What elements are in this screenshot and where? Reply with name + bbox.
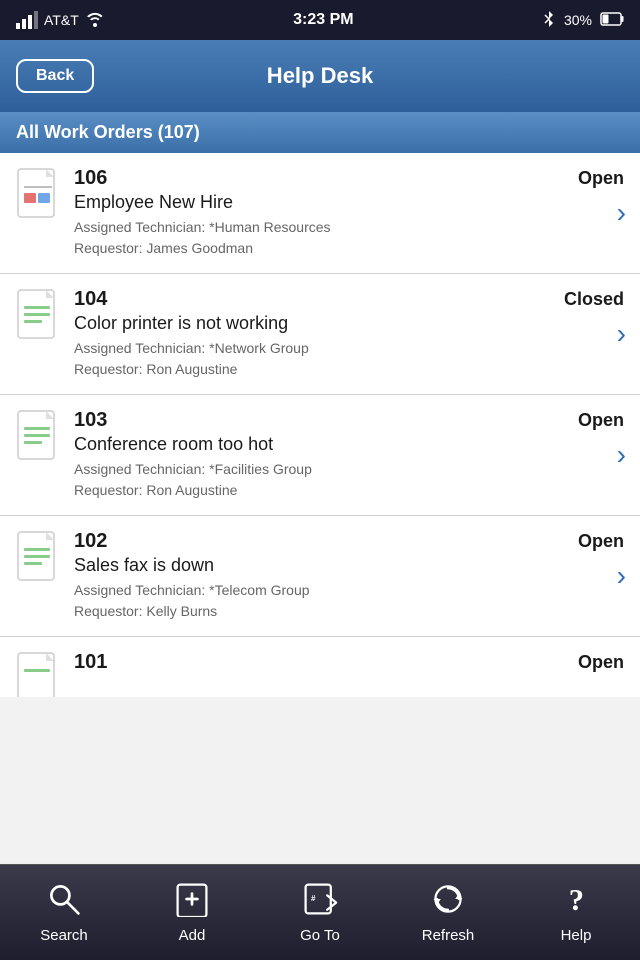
table-row[interactable]: 103 Open Conference room too hot Assigne… (0, 395, 640, 516)
chevron-right-icon: › (617, 197, 626, 229)
refresh-label: Refresh (422, 927, 475, 944)
work-order-meta: Assigned Technician: *Telecom Group Requ… (74, 580, 624, 622)
work-order-meta: Assigned Technician: *Network Group Requ… (74, 338, 624, 380)
document-icon (16, 651, 60, 697)
status-left: AT&T (16, 11, 105, 30)
work-order-content: 103 Open Conference room too hot Assigne… (74, 409, 624, 501)
toolbar-help-button[interactable]: ? Help (516, 881, 636, 944)
work-order-status: Closed (564, 289, 624, 310)
table-row[interactable]: 106 Open Employee New Hire Assigned Tech… (0, 153, 640, 274)
work-order-title: Conference room too hot (74, 434, 624, 455)
carrier-label: AT&T (44, 12, 79, 28)
work-order-content: 104 Closed Color printer is not working … (74, 288, 624, 380)
work-order-list: 106 Open Employee New Hire Assigned Tech… (0, 153, 640, 863)
refresh-icon (430, 881, 466, 923)
work-order-status: Open (578, 168, 624, 189)
status-right: 30% (542, 10, 624, 31)
work-order-id: 102 (74, 530, 107, 553)
help-icon: ? (558, 881, 594, 923)
help-label: Help (561, 927, 592, 944)
work-order-title: Employee New Hire (74, 192, 624, 213)
goto-icon: # (302, 881, 338, 923)
section-header: All Work Orders (107) (0, 112, 640, 153)
svg-text:#: # (311, 894, 316, 903)
work-order-meta: Assigned Technician: *Human Resources Re… (74, 217, 624, 259)
table-row[interactable]: 104 Closed Color printer is not working … (0, 274, 640, 395)
work-order-content: 106 Open Employee New Hire Assigned Tech… (74, 167, 624, 259)
work-order-meta: Assigned Technician: *Facilities Group R… (74, 459, 624, 501)
toolbar-goto-button[interactable]: # Go To (260, 881, 380, 944)
document-icon (16, 530, 60, 582)
chevron-right-icon: › (617, 560, 626, 592)
document-icon (16, 288, 60, 340)
document-icon (16, 167, 60, 219)
battery-icon (600, 12, 624, 29)
toolbar-add-button[interactable]: Add (132, 881, 252, 944)
section-header-label: All Work Orders (107) (16, 122, 200, 142)
toolbar-search-button[interactable]: Search (4, 881, 124, 944)
toolbar: Search Add # Go To (0, 864, 640, 960)
table-row[interactable]: 101 Open (0, 637, 640, 697)
work-order-status: Open (578, 652, 624, 673)
wifi-icon (85, 11, 105, 30)
signal-bars (16, 11, 38, 29)
svg-text:?: ? (569, 883, 584, 917)
work-order-status: Open (578, 410, 624, 431)
search-label: Search (40, 927, 88, 944)
page-title: Help Desk (267, 63, 373, 89)
work-order-id: 101 (74, 651, 107, 674)
work-order-content: 101 Open (74, 651, 624, 676)
toolbar-refresh-button[interactable]: Refresh (388, 881, 508, 944)
table-row[interactable]: 102 Open Sales fax is down Assigned Tech… (0, 516, 640, 637)
header: Back Help Desk (0, 40, 640, 112)
add-icon (174, 881, 210, 923)
chevron-right-icon: › (617, 439, 626, 471)
status-bar: AT&T 3:23 PM 30% (0, 0, 640, 40)
add-label: Add (179, 927, 206, 944)
work-order-content: 102 Open Sales fax is down Assigned Tech… (74, 530, 624, 622)
battery-label: 30% (564, 12, 592, 28)
bluetooth-icon (542, 10, 556, 31)
work-order-title: Color printer is not working (74, 313, 624, 334)
status-time: 3:23 PM (293, 11, 353, 29)
back-button[interactable]: Back (16, 59, 94, 93)
work-order-status: Open (578, 531, 624, 552)
work-order-id: 104 (74, 288, 107, 311)
document-icon (16, 409, 60, 461)
chevron-right-icon: › (617, 318, 626, 350)
goto-label: Go To (300, 927, 340, 944)
search-icon (46, 881, 82, 923)
work-order-id: 103 (74, 409, 107, 432)
work-order-title: Sales fax is down (74, 555, 624, 576)
work-order-id: 106 (74, 167, 107, 190)
